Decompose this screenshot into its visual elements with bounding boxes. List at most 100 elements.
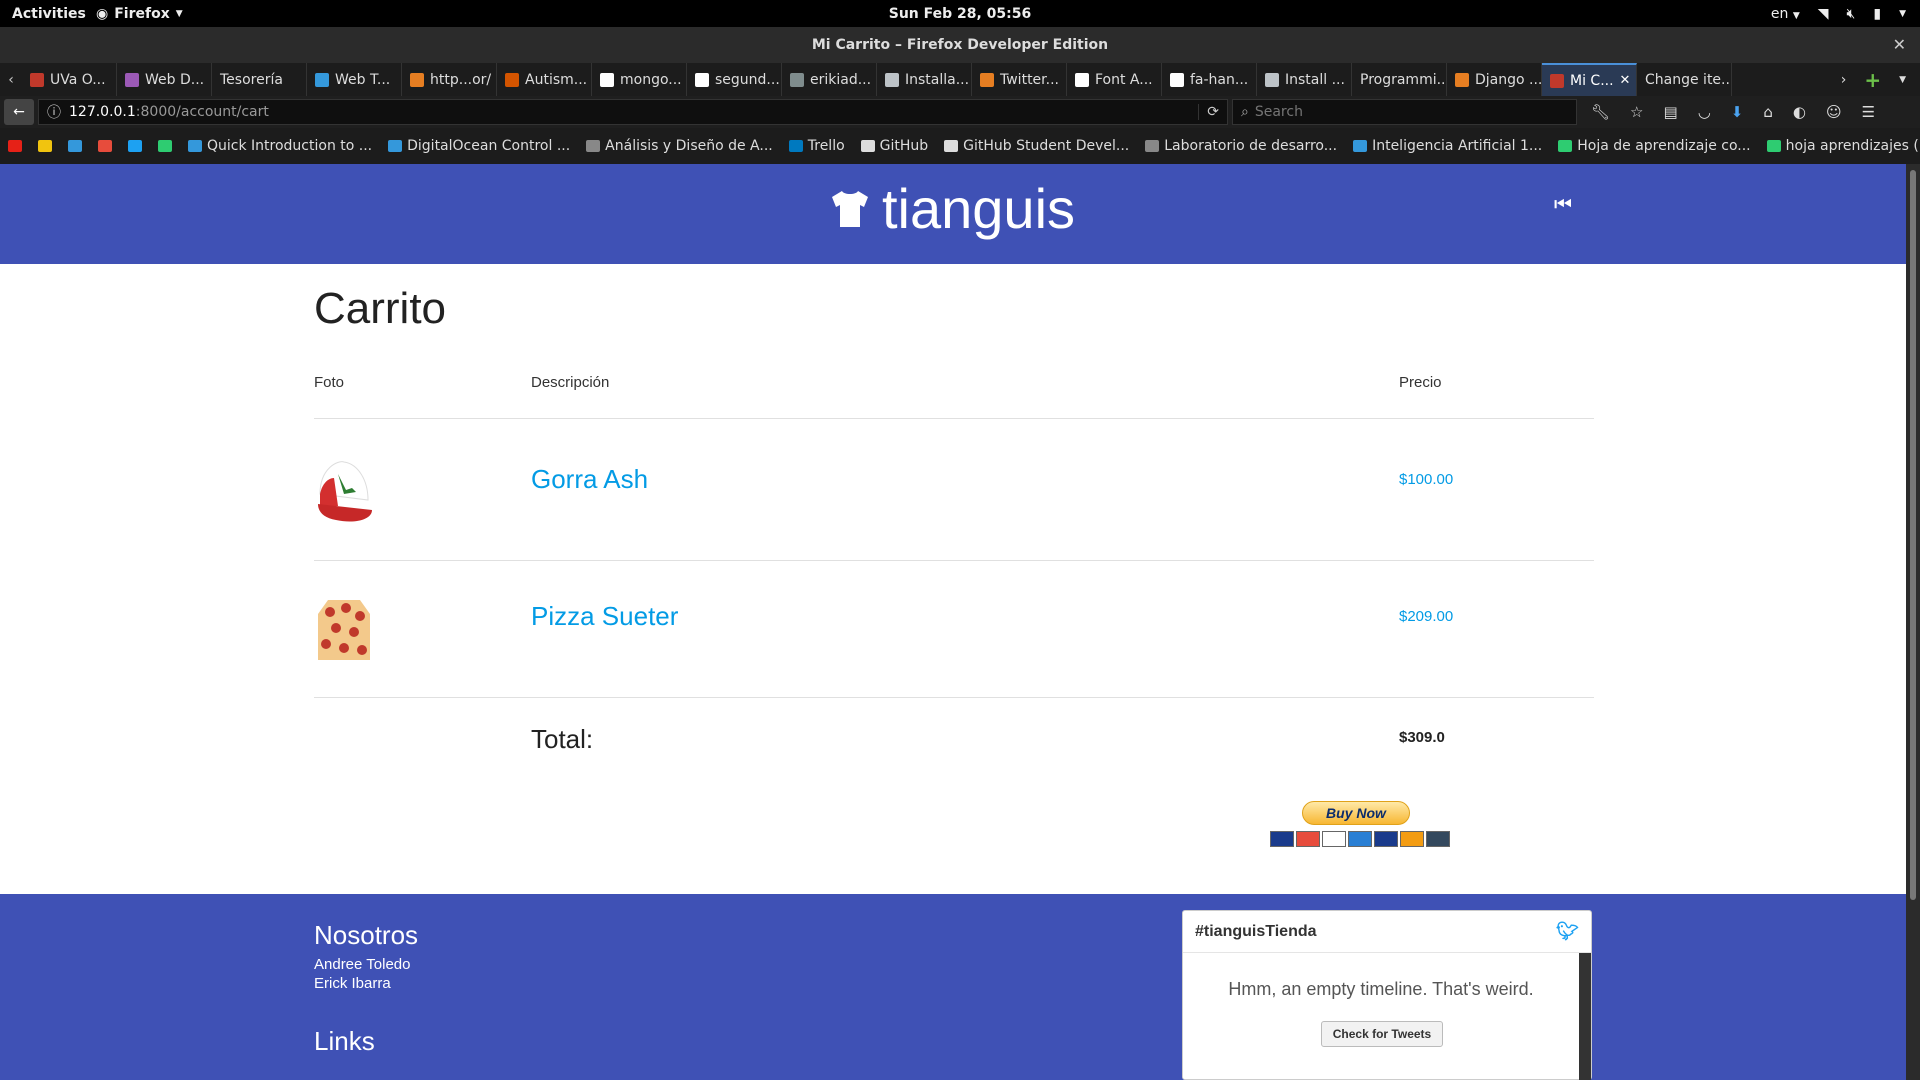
- buy-now-button[interactable]: Buy Now: [1302, 801, 1410, 825]
- clock[interactable]: Sun Feb 28, 05:56: [0, 6, 1920, 22]
- bookmark-label: Análisis y Diseño de A...: [605, 138, 773, 154]
- back-button[interactable]: ←: [4, 99, 34, 125]
- url-host: 127.0.0.1: [69, 104, 136, 120]
- cart-item-name-link[interactable]: Gorra Ash: [531, 464, 648, 495]
- browser-tab[interactable]: Twitter...: [972, 63, 1067, 96]
- page-scrollbar[interactable]: [1906, 164, 1920, 1080]
- bookmark-star-icon[interactable]: ☆: [1630, 103, 1643, 121]
- tab-favicon-icon: [315, 72, 329, 87]
- tab-strip-controls: › + ▼: [1841, 63, 1920, 96]
- bookmark-favicon-icon: [860, 140, 875, 152]
- skip-back-icon[interactable]: ⏮: [1554, 192, 1572, 216]
- pizza-sweater-image[interactable]: [314, 590, 374, 670]
- bookmark-item[interactable]: Inteligencia Artificial 1...: [1353, 138, 1542, 154]
- app-menu[interactable]: ◉ Firefox ▼: [96, 6, 183, 22]
- bookmark-item[interactable]: [158, 140, 172, 152]
- new-tab-button[interactable]: +: [1864, 68, 1881, 92]
- tabs-scroll-right-button[interactable]: ›: [1841, 72, 1847, 88]
- window-close-button[interactable]: ✕: [1893, 27, 1906, 63]
- divider: [314, 560, 1594, 561]
- tab-favicon-icon: [410, 72, 424, 87]
- divider: [314, 697, 1594, 698]
- browser-tab[interactable]: Django ...: [1447, 63, 1542, 96]
- activities-button[interactable]: Activities: [12, 6, 86, 22]
- tab-close-icon[interactable]: ✕: [1620, 73, 1631, 88]
- search-bar[interactable]: ⌕: [1232, 99, 1577, 125]
- home-icon[interactable]: ⌂: [1763, 103, 1773, 121]
- site-info-icon[interactable]: ⓘ: [47, 102, 61, 122]
- chat-icon[interactable]: ☺: [1826, 103, 1842, 121]
- downloads-icon[interactable]: ⬇: [1731, 103, 1744, 121]
- browser-tab[interactable]: erikiad...: [782, 63, 877, 96]
- bookmark-item[interactable]: [128, 140, 142, 152]
- bookmark-favicon-icon: [388, 140, 403, 152]
- browser-tab[interactable]: Autism...: [497, 63, 592, 96]
- bookmark-item[interactable]: GitHub: [860, 138, 929, 154]
- reload-button[interactable]: ⟳: [1198, 104, 1219, 120]
- browser-tab[interactable]: mongo...: [592, 63, 687, 96]
- tabs-scroll-left-button[interactable]: ‹: [0, 63, 22, 96]
- browser-tab[interactable]: Installa...: [877, 63, 972, 96]
- bookmark-label: hoja aprendizajes (indi...: [1785, 138, 1920, 154]
- firefox-account-icon[interactable]: ◐: [1793, 103, 1806, 121]
- tab-favicon-icon: [30, 72, 44, 87]
- bookmark-favicon-icon: [188, 140, 202, 152]
- bookmark-item[interactable]: [8, 140, 22, 152]
- list-all-tabs-button[interactable]: ▼: [1899, 75, 1906, 85]
- page-title: Carrito: [314, 284, 447, 333]
- bookmark-item[interactable]: DigitalOcean Control ...: [388, 138, 570, 154]
- browser-tab[interactable]: Mi C... ✕: [1542, 63, 1637, 96]
- url-bar[interactable]: ⓘ 127.0.0.1:8000/account/cart ⟳: [38, 99, 1228, 125]
- reading-list-icon[interactable]: ▤: [1664, 103, 1678, 121]
- paypal-buy-now[interactable]: Buy Now: [1268, 801, 1450, 857]
- bookmark-favicon-icon: [98, 140, 112, 152]
- site-brand-name: tianguis: [882, 177, 1076, 240]
- bookmark-item[interactable]: Trello: [788, 138, 845, 154]
- bookmark-item[interactable]: Hoja de aprendizaje co...: [1558, 138, 1751, 154]
- browser-tab[interactable]: http...or/: [402, 63, 497, 96]
- browser-tab[interactable]: Tesorería: [212, 63, 307, 96]
- bookmark-item[interactable]: [98, 140, 112, 152]
- pocket-icon[interactable]: ◡: [1698, 103, 1711, 121]
- bookmark-label: Inteligencia Artificial 1...: [1372, 138, 1543, 154]
- bookmark-item[interactable]: hoja aprendizajes (indi...: [1766, 138, 1920, 154]
- mastercard-icon: [1296, 831, 1320, 847]
- twitter-bird-icon[interactable]: 🐦︎: [1556, 921, 1579, 942]
- bookmark-item[interactable]: Análisis y Diseño de A...: [586, 138, 773, 154]
- jcb-card-icon: [1374, 831, 1398, 847]
- browser-tab[interactable]: Programmi...: [1352, 63, 1447, 96]
- browser-tab[interactable]: Install ...: [1257, 63, 1352, 96]
- bookmark-item[interactable]: Quick Introduction to ...: [188, 138, 372, 154]
- site-logo[interactable]: tianguis: [828, 176, 1075, 241]
- cart-item-name-link[interactable]: Pizza Sueter: [531, 601, 678, 632]
- scrollbar-thumb[interactable]: [1910, 170, 1916, 900]
- developer-tools-icon[interactable]: 🔧︎: [1591, 103, 1610, 121]
- twitter-widget-title[interactable]: #tianguisTienda: [1195, 923, 1317, 941]
- bookmark-label: GitHub: [879, 138, 929, 154]
- about-title: Nosotros: [314, 920, 419, 950]
- tab-label: Mi C...: [1570, 72, 1614, 89]
- bookmark-item[interactable]: Laboratorio de desarro...: [1145, 138, 1337, 154]
- bookmark-item[interactable]: GitHub Student Devel...: [944, 138, 1129, 154]
- tab-favicon-icon: [790, 72, 804, 87]
- tab-label: Web D...: [145, 71, 205, 88]
- tab-label: Installa...: [905, 71, 970, 88]
- system-status-area[interactable]: en ▼ ◥ 🔇︎ ▮ ▼: [1771, 6, 1906, 22]
- browser-tab[interactable]: UVa O...: [22, 63, 117, 96]
- browser-tab[interactable]: Change ite...: [1637, 63, 1732, 96]
- cap-image[interactable]: [314, 454, 374, 534]
- browser-tab[interactable]: Web T...: [307, 63, 402, 96]
- check-for-tweets-button[interactable]: Check for Tweets: [1321, 1021, 1443, 1047]
- search-input[interactable]: [1254, 104, 1555, 120]
- bookmark-item[interactable]: [68, 140, 82, 152]
- browser-tab[interactable]: segund...: [687, 63, 782, 96]
- tab-label: Django ...: [1475, 71, 1542, 88]
- language-indicator[interactable]: en ▼: [1771, 6, 1800, 22]
- site-header: tianguis ⏮: [0, 164, 1906, 264]
- browser-tab[interactable]: Web D...: [117, 63, 212, 96]
- widget-scrollbar[interactable]: [1579, 953, 1591, 1080]
- hamburger-menu-icon[interactable]: ☰: [1862, 103, 1875, 121]
- browser-tab[interactable]: Font A...: [1067, 63, 1162, 96]
- browser-tab[interactable]: fa-han...: [1162, 63, 1257, 96]
- bookmark-item[interactable]: [38, 140, 52, 152]
